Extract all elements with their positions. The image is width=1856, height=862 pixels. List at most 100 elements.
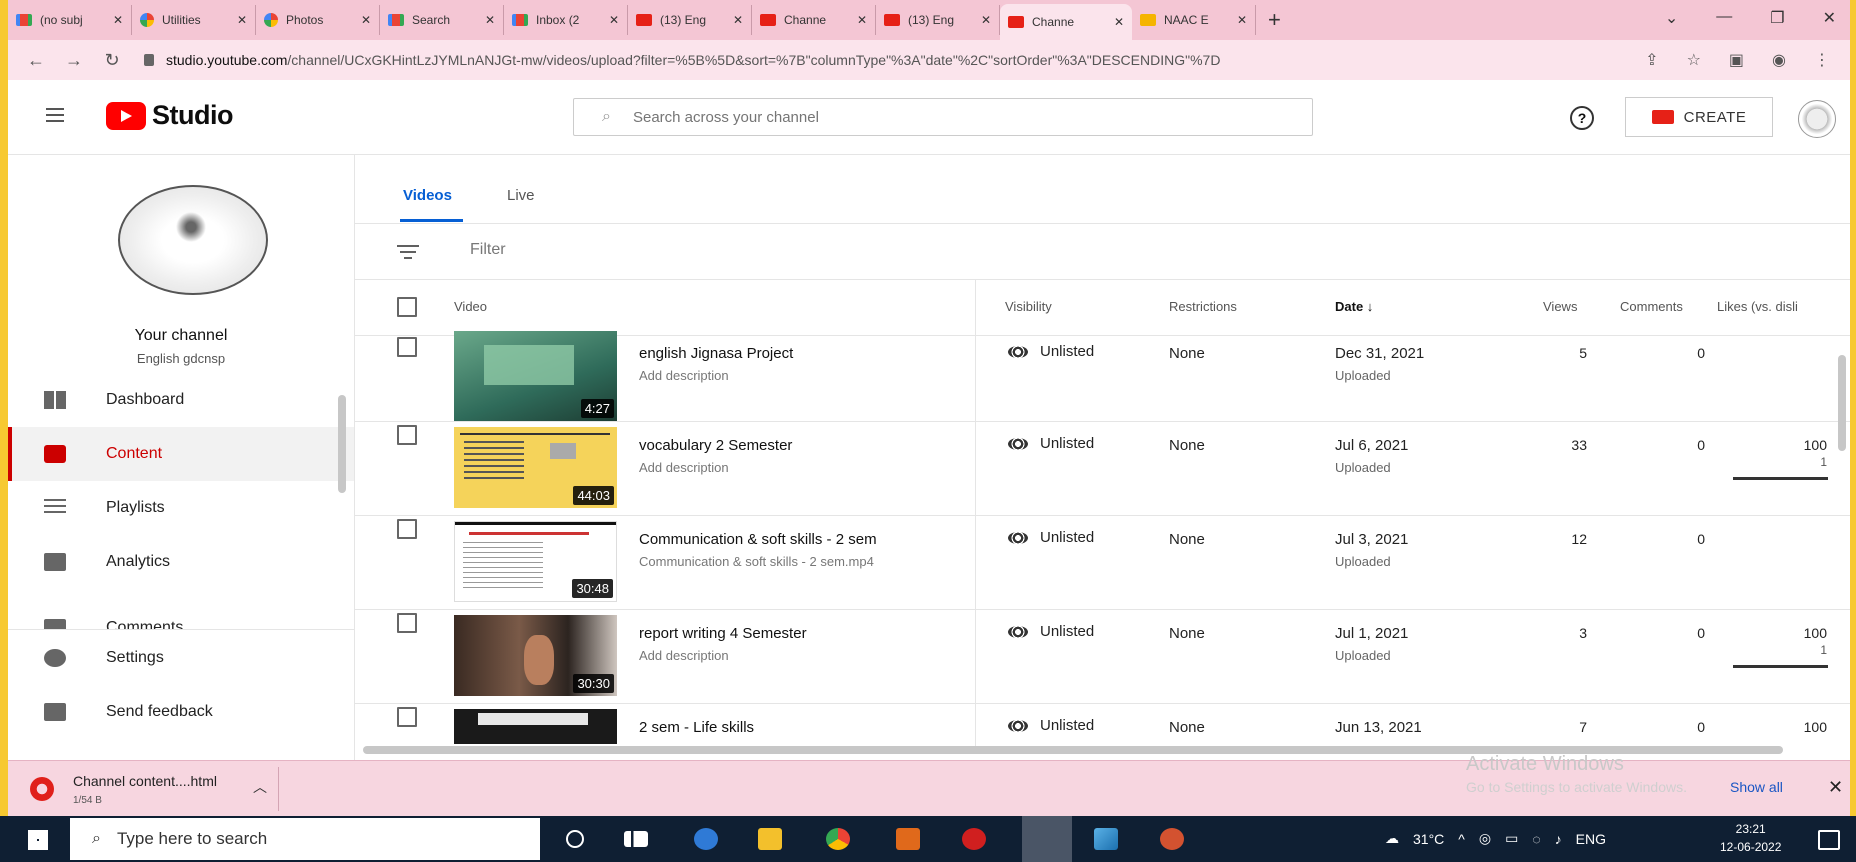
video-title[interactable]: report writing 4 Semester [639, 625, 807, 642]
close-icon[interactable]: ✕ [361, 13, 371, 27]
task-view-icon[interactable] [624, 831, 648, 847]
row-checkbox[interactable] [397, 337, 417, 357]
table-row[interactable]: 44:03 vocabulary 2 Semester Add descript… [355, 421, 1850, 516]
temperature[interactable]: 31°C [1413, 831, 1444, 847]
video-thumbnail[interactable]: 4:27 [454, 331, 617, 421]
browser-tab[interactable]: Channe ✕ [752, 5, 876, 35]
horizontal-scrollbar[interactable] [355, 744, 1850, 754]
channel-search-box[interactable]: ⌕ [573, 98, 1313, 136]
powerpoint-icon[interactable] [1160, 828, 1184, 850]
video-description[interactable]: Communication & soft skills - 2 sem.mp4 [639, 554, 874, 569]
column-visibility[interactable]: Visibility [1005, 299, 1052, 314]
avatar[interactable] [1798, 100, 1836, 138]
column-date-sort[interactable]: Date ↓ [1335, 299, 1373, 314]
browser-tab[interactable]: Search ✕ [380, 5, 504, 35]
wifi-icon[interactable]: ◌ [1532, 831, 1540, 847]
browser-tab[interactable]: Photos ✕ [256, 5, 380, 35]
sidebar-toggle-icon[interactable]: ▣ [1729, 50, 1744, 70]
share-icon[interactable]: ⇪ [1645, 50, 1658, 70]
column-views[interactable]: Views [1543, 299, 1577, 314]
sidebar-scrollbar[interactable] [338, 395, 346, 493]
video-description[interactable]: Add description [639, 368, 729, 383]
tab-videos[interactable]: Videos [403, 187, 452, 204]
video-title[interactable]: vocabulary 2 Semester [639, 437, 792, 454]
notification-icon[interactable] [1818, 830, 1840, 850]
minimize-button[interactable]: — [1716, 8, 1732, 28]
download-file-name[interactable]: Channel content....html [73, 773, 217, 789]
search-input[interactable] [630, 107, 1235, 127]
language-indicator[interactable]: ENG [1576, 831, 1606, 847]
taskbar-search[interactable]: ⌕ Type here to search [70, 818, 540, 860]
file-explorer-icon[interactable] [758, 828, 782, 850]
table-row[interactable]: 4:27 english Jignasa Project Add descrip… [355, 331, 1850, 422]
video-thumbnail[interactable]: 44:03 [454, 427, 617, 508]
show-all-downloads-link[interactable]: Show all [1730, 779, 1783, 795]
column-restrictions[interactable]: Restrictions [1169, 299, 1237, 314]
close-icon[interactable]: ✕ [609, 13, 619, 27]
browser-tab[interactable]: (13) Eng ✕ [628, 5, 752, 35]
vertical-scrollbar[interactable] [1838, 355, 1846, 451]
column-comments[interactable]: Comments [1620, 299, 1683, 314]
video-title[interactable]: Communication & soft skills - 2 sem [639, 531, 877, 548]
close-icon[interactable]: ✕ [1237, 13, 1247, 27]
sidebar-item-settings[interactable]: Settings [8, 631, 354, 685]
table-row[interactable]: 2 sem - Life skills Unlisted None Jun 13… [355, 703, 1850, 744]
restore-button[interactable]: ❐ [1770, 8, 1784, 28]
taskbar-clock[interactable]: 23:21 12-06-2022 [1720, 820, 1781, 856]
help-icon[interactable]: ? [1570, 106, 1594, 130]
video-description[interactable]: Add description [639, 648, 729, 663]
close-icon[interactable]: ✕ [237, 13, 247, 27]
video-thumbnail[interactable]: 30:30 [454, 615, 617, 696]
close-icon[interactable]: ✕ [113, 13, 123, 27]
create-button[interactable]: CREATE [1625, 97, 1773, 137]
weather-icon[interactable]: ☁ [1385, 830, 1399, 847]
tab-search-icon[interactable]: ⌄ [1665, 8, 1678, 28]
filter-input[interactable]: Filter [470, 241, 506, 259]
browser-tab[interactable]: Utilities ✕ [132, 5, 256, 35]
url-field[interactable]: studio.youtube.com/channel/UCxGKHintLzJY… [144, 52, 1220, 68]
chevron-up-icon[interactable]: ^ [1458, 831, 1465, 847]
chevron-up-icon[interactable]: ︿ [253, 777, 267, 797]
close-icon[interactable]: ✕ [981, 13, 991, 27]
office-icon[interactable] [896, 828, 920, 850]
video-description[interactable]: Add description [639, 460, 729, 475]
browser-tab[interactable]: (no subj ✕ [8, 5, 132, 35]
photos-app-icon[interactable] [1094, 828, 1118, 850]
channel-logo[interactable] [118, 185, 268, 295]
row-checkbox[interactable] [397, 613, 417, 633]
video-thumbnail[interactable]: 30:48 [454, 521, 617, 602]
column-likes[interactable]: Likes (vs. disli [1717, 299, 1845, 314]
browser-tab-active[interactable]: Channe ✕ [1000, 4, 1132, 40]
tab-live[interactable]: Live [507, 187, 535, 204]
browser-tab[interactable]: Inbox (2 ✕ [504, 5, 628, 35]
video-thumbnail[interactable] [454, 709, 617, 744]
video-title[interactable]: 2 sem - Life skills [639, 719, 754, 736]
edge-icon[interactable] [694, 828, 718, 850]
visibility-dropdown[interactable]: Unlisted [1008, 623, 1094, 640]
filter-icon[interactable] [397, 245, 419, 263]
select-all-checkbox[interactable] [397, 297, 417, 317]
opera-icon[interactable] [962, 828, 986, 850]
back-arrow-icon[interactable]: ← [26, 50, 46, 71]
sidebar-item-send-feedback[interactable]: Send feedback [8, 685, 354, 739]
chrome-active-icon[interactable] [1022, 816, 1072, 862]
hamburger-menu-icon[interactable] [46, 108, 64, 126]
network-icon[interactable]: ◎ [1479, 830, 1491, 847]
battery-icon[interactable]: ▭ [1505, 830, 1518, 847]
sidebar-item-comments[interactable]: Comments [8, 589, 354, 629]
cortana-icon[interactable] [566, 830, 584, 848]
visibility-dropdown[interactable]: Unlisted [1008, 529, 1094, 546]
close-icon[interactable]: ✕ [857, 13, 867, 27]
close-icon[interactable]: ✕ [1114, 15, 1124, 29]
close-icon[interactable]: ✕ [485, 13, 495, 27]
reload-icon[interactable]: ↻ [102, 50, 122, 71]
visibility-dropdown[interactable]: Unlisted [1008, 435, 1094, 452]
chrome-icon[interactable] [826, 828, 850, 850]
browser-tab[interactable]: (13) Eng ✕ [876, 5, 1000, 35]
row-checkbox[interactable] [397, 425, 417, 445]
menu-kebab-icon[interactable]: ⋮ [1814, 50, 1830, 70]
sidebar-item-playlists[interactable]: Playlists [8, 481, 354, 535]
filter-bar[interactable]: Filter [355, 223, 1850, 280]
video-title[interactable]: english Jignasa Project [639, 345, 793, 362]
close-icon[interactable]: ✕ [733, 13, 743, 27]
